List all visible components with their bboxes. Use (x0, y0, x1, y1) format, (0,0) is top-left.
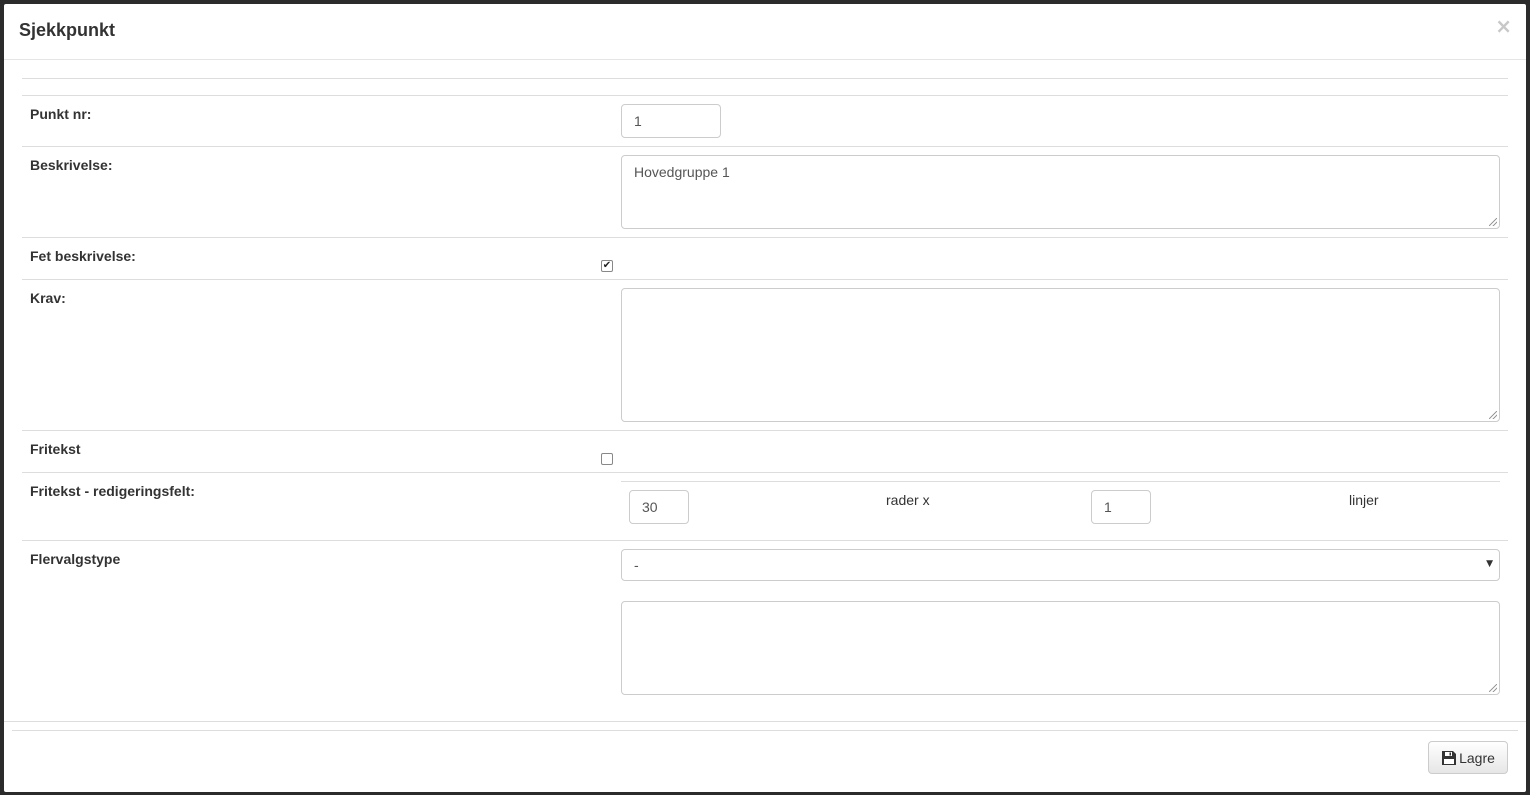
lines-input[interactable]: 1 (1091, 490, 1151, 524)
divider (22, 146, 1508, 147)
modal-title: Sjekkpunkt (19, 20, 116, 40)
divider (12, 730, 1518, 731)
resize-grip-icon[interactable] (1489, 684, 1497, 692)
divider (4, 721, 1526, 722)
resize-grip-icon[interactable] (1489, 218, 1497, 226)
krav-textarea[interactable] (621, 288, 1500, 422)
dropdown-caret-icon: ▼ (1486, 559, 1493, 569)
punkt-nr-label: Punkt nr: (30, 106, 92, 122)
flervalg-textarea[interactable] (621, 601, 1500, 695)
lines-suffix: linjer (1349, 492, 1379, 508)
flervalgstype-label: Flervalgstype (30, 551, 121, 567)
resize-grip-icon[interactable] (1489, 411, 1497, 419)
close-button[interactable]: × (1495, 16, 1512, 36)
divider (621, 481, 1500, 482)
fet-beskrivelse-checkbox[interactable]: ✔ (601, 260, 613, 272)
fet-beskrivelse-label: Fet beskrivelse: (30, 248, 136, 264)
divider (22, 279, 1508, 280)
krav-label: Krav: (30, 290, 66, 306)
divider (22, 95, 1508, 96)
rows-suffix: rader x (886, 492, 930, 508)
divider (22, 472, 1508, 473)
save-button[interactable]: Lagre (1428, 741, 1508, 774)
fritekst-checkbox[interactable] (601, 453, 613, 465)
beskrivelse-value: Hovedgruppe 1 (634, 164, 730, 180)
flervalgstype-selected: - (634, 557, 639, 573)
punkt-nr-input[interactable]: 1 (621, 104, 721, 138)
floppy-disk-icon (1442, 750, 1457, 765)
beskrivelse-textarea[interactable]: Hovedgruppe 1 (621, 155, 1500, 229)
flervalgstype-select[interactable]: - ▼ (621, 549, 1500, 581)
save-label: Lagre (1459, 749, 1495, 766)
beskrivelse-label: Beskrivelse: (30, 157, 113, 173)
divider (22, 430, 1508, 431)
fritekst-label: Fritekst (30, 441, 81, 457)
sjekkpunkt-modal: Sjekkpunkt × Punkt nr: 1 Beskrivelse: Ho… (4, 4, 1526, 792)
modal-header: Sjekkpunkt × (4, 4, 1526, 60)
divider (22, 540, 1508, 541)
divider (22, 78, 1508, 79)
rows-input[interactable]: 30 (629, 490, 689, 524)
fritekst-felt-label: Fritekst - redigeringsfelt: (30, 483, 195, 499)
divider (22, 237, 1508, 238)
